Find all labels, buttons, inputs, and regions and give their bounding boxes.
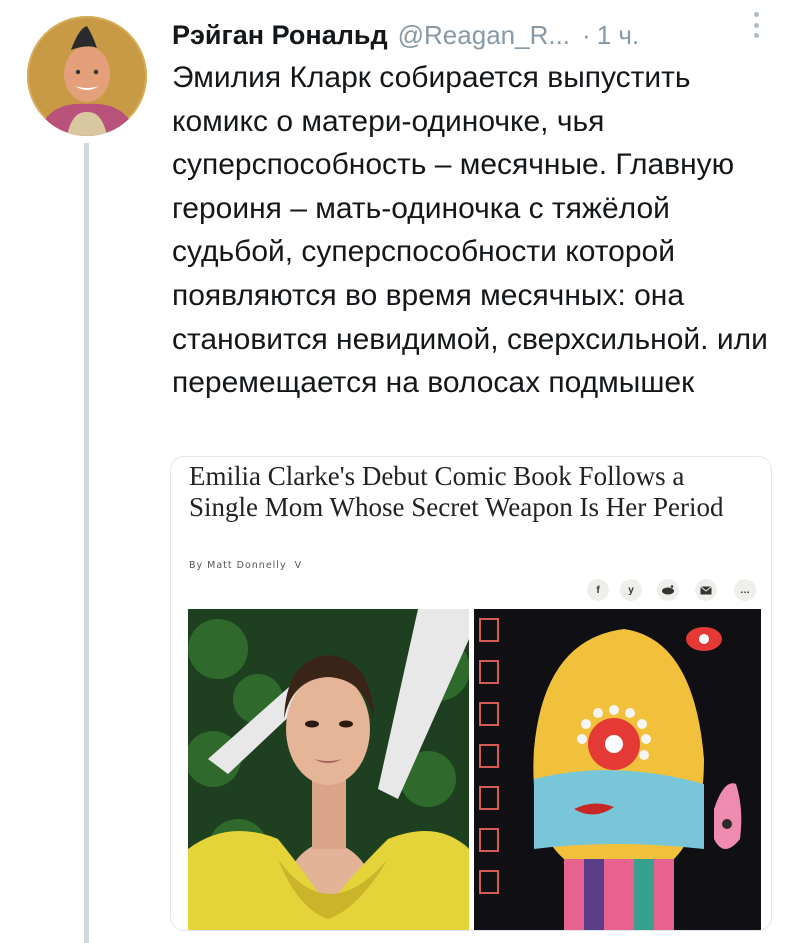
avatar[interactable] [27, 16, 147, 136]
byline-text: By Matt Donnelly [189, 560, 287, 571]
article-comic-illustration [474, 609, 761, 930]
email-icon[interactable] [695, 579, 717, 601]
author-handle[interactable]: @Reagan_R... [398, 20, 570, 51]
article-byline: By Matt Donnelly V [189, 560, 302, 571]
article-card[interactable]: Emilia Clarke's Debut Comic Book Follows… [170, 456, 772, 931]
article-headline: Emilia Clarke's Debut Comic Book Follows… [189, 461, 724, 522]
avatar-image [27, 16, 147, 136]
twitter-icon[interactable]: y [620, 579, 642, 601]
tweet-timestamp[interactable]: 1 ч. [597, 20, 639, 51]
article-photo-actress [188, 609, 469, 930]
more-options-icon[interactable] [748, 10, 764, 40]
thread-line [84, 143, 89, 943]
tweet-text: Эмилия Кларк собирается выпустить комикс… [172, 61, 768, 400]
more-share-icon[interactable]: … [734, 579, 756, 601]
reddit-icon[interactable] [657, 579, 679, 601]
byline-chevron-icon: V [294, 560, 303, 571]
author-name[interactable]: Рэйган Рональд [172, 20, 388, 51]
separator-dot: · [582, 19, 591, 50]
tweet-header: Рэйган Рональд @Reagan_R... · 1 ч. [172, 10, 772, 60]
facebook-icon[interactable]: f [587, 579, 609, 601]
